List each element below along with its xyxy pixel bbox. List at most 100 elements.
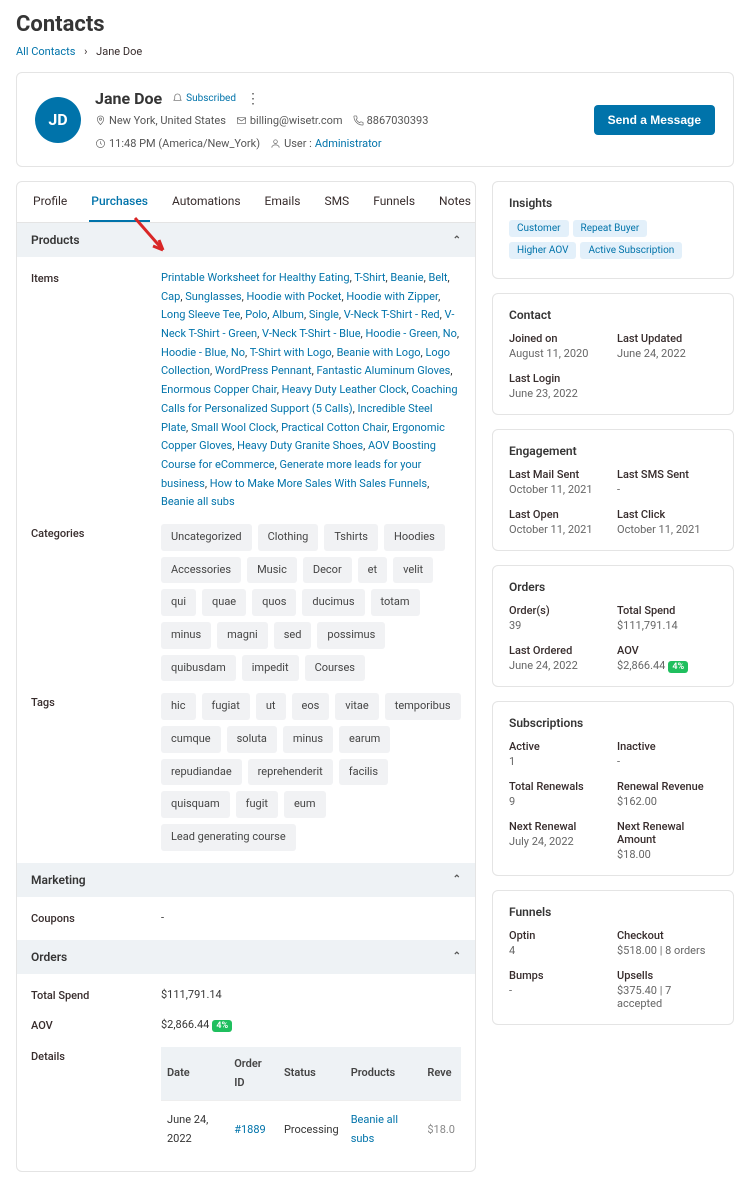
tag-chip: Lead generating course [161, 824, 296, 851]
tab-funnels[interactable]: Funnels [371, 182, 417, 222]
products-section-header[interactable]: Products⌃ [17, 223, 475, 257]
category-chip: Decor [303, 557, 352, 584]
product-link[interactable]: WordPress Pennant [215, 364, 312, 377]
category-chip: Courses [305, 655, 365, 682]
product-link[interactable]: Heavy Duty Leather Clock [282, 383, 407, 396]
tag-chip: soluta [227, 726, 277, 753]
product-link[interactable]: T-Shirt with Logo [250, 346, 332, 359]
product-link[interactable]: Beanie [390, 271, 423, 284]
total-spend-value: $111,791.14 [161, 986, 461, 1005]
orders-table: DateOrder IDStatusProductsReve June 24, … [161, 1047, 461, 1159]
product-link[interactable]: Hoodie - Blue, No [161, 346, 245, 359]
product-link[interactable]: Beanie all subs [161, 495, 235, 508]
product-link[interactable]: Polo [245, 308, 267, 321]
breadcrumb-current: Jane Doe [96, 45, 142, 58]
total-spend-label: Total Spend [31, 986, 161, 1005]
engagement-card: Engagement Last Mail SentOctober 11, 202… [492, 429, 734, 551]
orders-table-wrap: DateOrder IDStatusProductsReve June 24, … [161, 1047, 461, 1159]
tag-chip: eos [292, 693, 330, 720]
product-link[interactable]: Printable Worksheet for Healthy Eating [161, 271, 350, 284]
product-link[interactable]: Single [309, 308, 339, 321]
contact-name: Jane Doe [95, 89, 162, 108]
coupons-label: Coupons [31, 909, 161, 928]
category-chip: qui [161, 589, 196, 616]
product-link[interactable]: Hoodie with Pocket [247, 290, 342, 303]
category-chip: totam [371, 589, 420, 616]
order-product-link[interactable]: Beanie all subs [351, 1113, 398, 1145]
table-header: Order ID [228, 1047, 278, 1101]
product-link[interactable]: How to Make More Sales With Sales Funnel… [210, 477, 427, 490]
tab-purchases[interactable]: Purchases [89, 182, 150, 222]
user-icon [270, 138, 281, 149]
table-header: Reve [421, 1047, 461, 1101]
category-chip: Accessories [161, 557, 241, 584]
table-header: Date [161, 1047, 228, 1101]
product-link[interactable]: Hoodie with Zipper [346, 290, 438, 303]
more-icon[interactable]: ⋮ [246, 91, 260, 107]
product-link[interactable]: V-Neck T-Shirt - Blue [262, 327, 361, 340]
category-chip: ducimus [302, 589, 364, 616]
subscriptions-card: Subscriptions Active1 Inactive- Total Re… [492, 701, 734, 876]
breadcrumb-root[interactable]: All Contacts [16, 45, 75, 58]
table-header: Products [345, 1047, 422, 1101]
aov-value: $2,866.444% [161, 1016, 461, 1035]
phone-icon [353, 115, 364, 126]
product-link[interactable]: Fantastic Aluminum Gloves [317, 364, 451, 377]
location: New York, United States [95, 114, 226, 127]
tabs: Profile Purchases Automations Emails SMS Funn… [17, 182, 475, 223]
tag-chip: facilis [339, 759, 388, 786]
tab-emails[interactable]: Emails [263, 182, 303, 222]
category-chip: quae [202, 589, 246, 616]
tab-notes[interactable]: Notes [437, 182, 473, 222]
product-link[interactable]: Practical Cotton Chair [281, 421, 387, 434]
funnels-card: Funnels Optin4 Checkout$518.00 | 8 order… [492, 890, 734, 1025]
product-link[interactable]: Sunglasses [185, 290, 241, 303]
breadcrumb: All Contacts › Jane Doe [16, 45, 734, 58]
chevron-right-icon: › [84, 45, 87, 58]
table-header: Status [278, 1047, 345, 1101]
tag-chip: quisquam [161, 791, 230, 818]
tab-sms[interactable]: SMS [322, 182, 351, 222]
product-link[interactable]: Enormous Copper Chair [161, 383, 277, 396]
coupons-value: - [161, 909, 461, 928]
product-link[interactable]: T-Shirt [354, 271, 385, 284]
insight-pill: Active Subscription [580, 242, 682, 259]
category-chip: impedit [242, 655, 299, 682]
categories-label: Categories [31, 524, 161, 681]
category-chip: quibusdam [161, 655, 236, 682]
contact-card: Contact Joined onAugust 11, 2020 Last Up… [492, 293, 734, 415]
product-link[interactable]: Beanie with Logo [337, 346, 421, 359]
tag-chip: fugiat [202, 693, 250, 720]
aov-badge: 4% [212, 1020, 232, 1032]
avatar: JD [35, 97, 81, 143]
tab-profile[interactable]: Profile [31, 182, 69, 222]
orders-section-header[interactable]: Orders⌃ [17, 940, 475, 974]
tags-chips: hicfugiatuteosvitaetemporibuscumquesolut… [161, 693, 461, 850]
chevron-up-icon: ⌃ [453, 951, 461, 962]
category-chip: magni [217, 622, 268, 649]
product-link[interactable]: Album [272, 308, 304, 321]
user-link: User : Administrator [270, 137, 381, 150]
product-link[interactable]: V-Neck T-Shirt - Red [344, 308, 440, 321]
tag-chip: eum [284, 791, 326, 818]
tab-automations[interactable]: Automations [170, 182, 243, 222]
product-link[interactable]: Long Sleeve Tee [161, 308, 240, 321]
insight-pill: Repeat Buyer [573, 220, 648, 237]
product-link[interactable]: Belt [429, 271, 448, 284]
product-link[interactable]: Cap [161, 290, 180, 303]
product-link[interactable]: Hoodie - Green, No [365, 327, 456, 340]
tag-chip: fugit [236, 791, 278, 818]
table-row: June 24, 2022#1889ProcessingBeanie all s… [161, 1101, 461, 1159]
tag-chip: minus [283, 726, 333, 753]
order-id-link[interactable]: #1889 [234, 1123, 266, 1136]
category-chip: Clothing [258, 524, 319, 551]
contact-header: JD Jane Doe Subscribed ⋮ New York, Unite… [16, 72, 734, 167]
insights-card: Insights CustomerRepeat BuyerHigher AOVA… [492, 181, 734, 279]
marketing-section-header[interactable]: Marketing⌃ [17, 863, 475, 897]
email: billing@wisetr.com [236, 114, 343, 127]
category-chip: sed [274, 622, 312, 649]
product-link[interactable]: Heavy Duty Granite Shoes [237, 439, 363, 452]
send-message-button[interactable]: Send a Message [594, 105, 715, 135]
product-link[interactable]: Small Wool Clock [191, 421, 276, 434]
time: 11:48 PM (America/New_York) [95, 137, 260, 150]
